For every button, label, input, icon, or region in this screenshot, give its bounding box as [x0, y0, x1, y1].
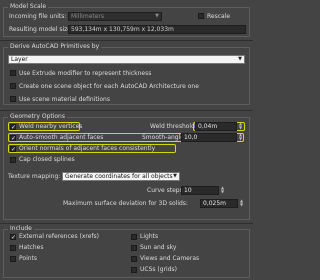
derive-title: Derive AutoCAD Primitives by	[8, 43, 102, 50]
spinner-arrows-icon[interactable]: ▲ ▼	[220, 186, 225, 195]
weld-threshold-label: Weld threshold:	[150, 123, 197, 130]
autosmooth-checkbox[interactable]: ✓	[10, 135, 16, 142]
rescale-label: Rescale	[207, 13, 231, 20]
hatches-checkbox[interactable]	[10, 245, 16, 251]
autosmooth-label: Auto-smooth adjacent faces	[19, 134, 104, 141]
orient-label: Orient normals of adjacent faces consist…	[19, 145, 156, 152]
weld-threshold-input[interactable]: 0,04m	[195, 122, 237, 131]
scene-material-label: Use scene material definitions	[19, 96, 110, 103]
model-scale-title: Model Scale	[8, 3, 49, 10]
derive-mode-dropdown[interactable]: Layer ▼	[8, 55, 245, 64]
resulting-size-label: Resulting model size:	[9, 26, 73, 33]
curve-steps-input[interactable]: 10	[181, 186, 219, 195]
hatches-label: Hatches	[19, 244, 44, 251]
one-object-label: Create one scene object for each AutoCAD…	[19, 83, 199, 90]
section-divider	[0, 40, 253, 41]
smooth-angle-label: Smooth-angle:	[142, 134, 186, 141]
cap-label: Cap closed splines	[19, 156, 75, 163]
resulting-size-field: 593,134m x 130,759m x 12,033m	[68, 25, 246, 34]
rescale-checkbox[interactable]	[198, 13, 204, 19]
cap-checkbox[interactable]	[10, 157, 16, 163]
chevron-down-icon: ▼	[238, 56, 242, 62]
texture-mapping-label: Texture mapping:	[8, 173, 61, 180]
spinner-arrows-icon[interactable]: ▲ ▼	[238, 122, 243, 131]
smooth-angle-input[interactable]: 10,0	[181, 133, 237, 142]
views-cameras-label: Views and Cameras	[140, 255, 200, 262]
sun-sky-label: Sun and sky	[140, 244, 177, 251]
extrude-label: Use Extrude modifier to represent thickn…	[19, 70, 152, 77]
derive-mode-value: Layer	[11, 56, 28, 63]
lights-checkbox[interactable]	[131, 234, 137, 240]
ucs-grids-label: UCSs (grids)	[140, 266, 177, 273]
weld-label: Weld nearby vertices	[19, 123, 83, 130]
ucs-grids-checkbox[interactable]	[131, 267, 137, 273]
chevron-down-icon: ▼	[173, 173, 177, 179]
xrefs-checkbox[interactable]: ✓	[10, 234, 16, 241]
scene-material-checkbox[interactable]	[10, 96, 16, 102]
extrude-checkbox[interactable]	[10, 70, 16, 76]
xrefs-label: External references (xrefs)	[19, 233, 99, 240]
texture-mapping-value: Generate coordinates for all objects	[65, 173, 173, 180]
weld-checkbox[interactable]: ✓	[10, 124, 16, 131]
sun-sky-checkbox[interactable]	[131, 245, 137, 251]
incoming-units-dropdown[interactable]: Millimeters ▼	[68, 12, 162, 21]
include-title: Include	[8, 225, 34, 232]
one-object-checkbox[interactable]	[10, 83, 16, 89]
section-divider	[0, 110, 253, 111]
points-checkbox[interactable]	[10, 256, 16, 262]
views-cameras-checkbox[interactable]	[131, 256, 137, 262]
chevron-down-icon: ▼	[155, 13, 159, 19]
spinner-arrows-icon[interactable]: ▲ ▼	[239, 199, 244, 208]
lights-label: Lights	[140, 233, 159, 240]
texture-mapping-dropdown[interactable]: Generate coordinates for all objects ▼	[62, 172, 180, 181]
incoming-units-value: Millimeters	[71, 13, 105, 20]
curve-steps-label: Curve steps:	[147, 187, 185, 194]
section-divider	[0, 223, 253, 224]
max-deviation-label: Maximum surface deviation for 3D solids:	[63, 200, 188, 207]
incoming-units-label: Incoming file units:	[9, 13, 67, 20]
points-label: Points	[19, 255, 38, 262]
geometry-title: Geometry Options	[8, 113, 67, 120]
orient-checkbox[interactable]: ✓	[10, 146, 16, 153]
max-deviation-input[interactable]: 0,025m	[200, 199, 238, 208]
spinner-arrows-icon[interactable]: ▲ ▼	[238, 133, 243, 142]
